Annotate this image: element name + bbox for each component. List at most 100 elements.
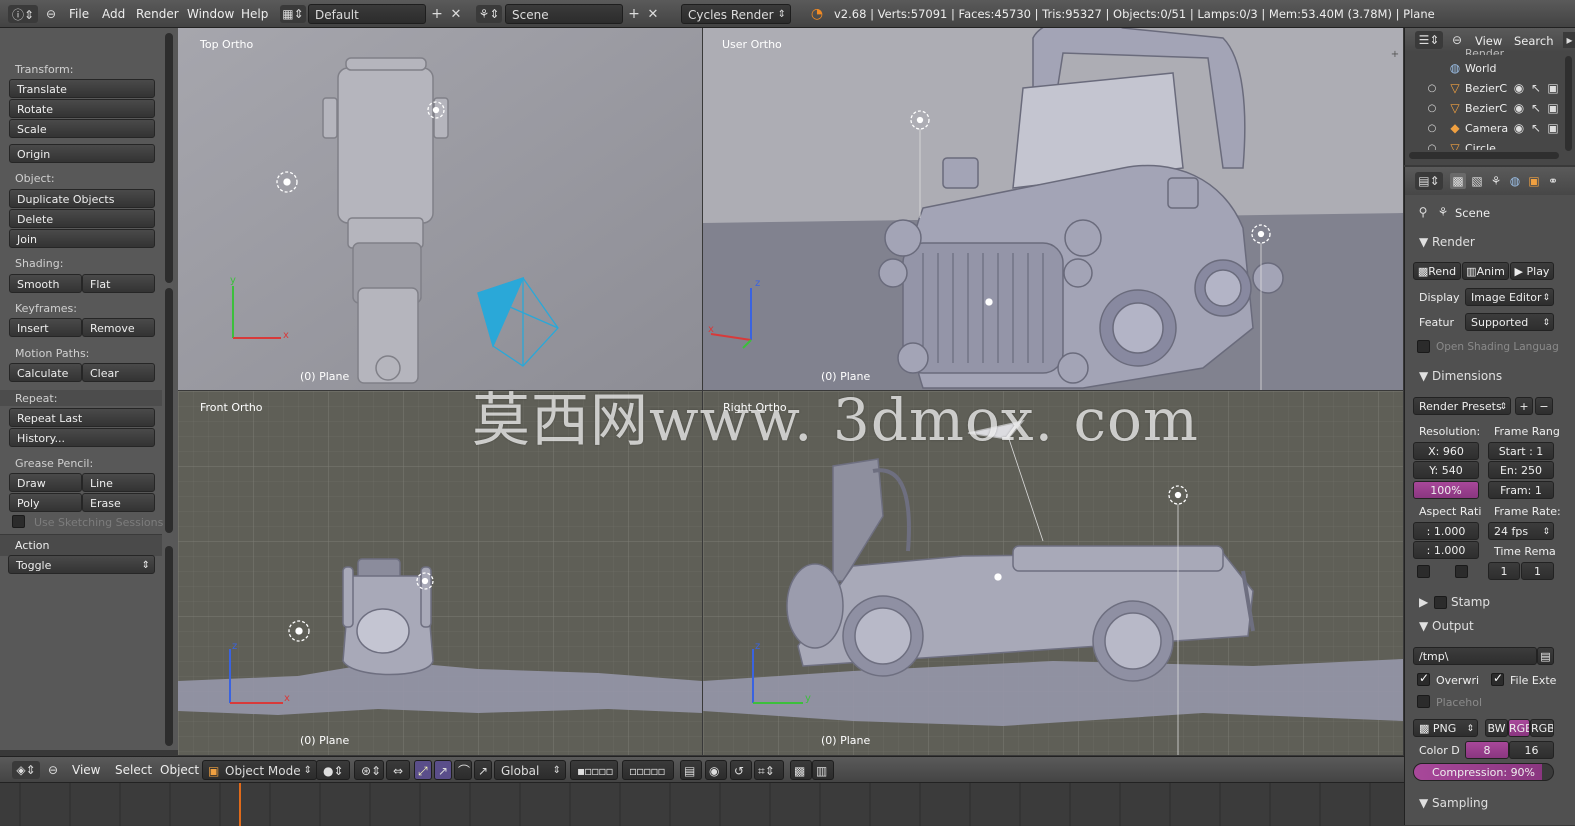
delete-scene-icon[interactable]: ✕ [646, 6, 660, 22]
outliner-row-circle[interactable]: ○ ▽ Circle [1405, 138, 1575, 150]
aspect-x-field[interactable]: : 1.000 [1413, 522, 1479, 540]
info-editor-type-icon[interactable]: ⓘ⇕ [8, 5, 38, 23]
resolution-percentage-field[interactable]: 100% [1413, 481, 1479, 499]
remove-preset-button[interactable]: − [1535, 397, 1553, 415]
render-camera-icon[interactable]: ▣ [1546, 100, 1560, 116]
render-camera-icon[interactable]: ▣ [1546, 120, 1560, 136]
toggle-select[interactable]: Toggle ⇕ [8, 555, 155, 574]
cursor-icon[interactable]: ↖ [1529, 80, 1543, 96]
render-presets-select[interactable]: Render Presets ⇕ [1413, 397, 1511, 415]
opengl-render-button[interactable]: ▩ [790, 760, 812, 780]
layers-grid-a[interactable]: ▪▫▫▫▫ [570, 760, 618, 780]
manipulator-extra-button[interactable]: ↗ [474, 760, 492, 780]
eye-icon[interactable]: ◉ [1512, 120, 1526, 136]
delete-button[interactable]: Delete [9, 209, 155, 228]
flat-button[interactable]: Flat [82, 274, 155, 293]
scale-manipulator-button[interactable]: ⌒ [454, 760, 472, 780]
erase-button[interactable]: Erase [82, 493, 155, 512]
menu-file[interactable]: File [69, 5, 89, 23]
opengl-anim-button[interactable]: ▥ [812, 760, 834, 780]
menu-view[interactable]: View [72, 761, 100, 779]
outliner-display-mode-icon[interactable]: ▸ [1563, 32, 1575, 48]
operator-panel-scrollbar[interactable] [165, 546, 173, 746]
menu-help[interactable]: Help [241, 5, 268, 23]
layer-lock-button[interactable]: ▤ [680, 760, 702, 780]
outliner-row-world[interactable]: ◍ World [1405, 58, 1575, 78]
constraints-tab-icon[interactable]: ⚭ [1545, 173, 1561, 189]
collapse-menu-icon[interactable]: ⊖ [46, 761, 60, 779]
play-button[interactable]: ▶ Play [1510, 262, 1554, 280]
properties-editor-type-icon[interactable]: ▤⇕ [1415, 172, 1443, 190]
snap-element-select[interactable]: ⌗⇕ [754, 760, 784, 780]
outliner-vscrollbar[interactable] [1565, 56, 1572, 151]
insert-keyframe-button[interactable]: Insert [9, 318, 82, 337]
menu-render[interactable]: Render [136, 5, 179, 23]
screen-layout-field[interactable]: Default [308, 4, 426, 24]
sketching-sessions-checkbox[interactable] [12, 515, 25, 528]
join-button[interactable]: Join [9, 229, 155, 248]
pivot-point-select[interactable]: ⊛⇕ [354, 760, 384, 780]
stamp-panel-header[interactable]: ▶ Stamp [1419, 595, 1490, 609]
origin-button[interactable]: Origin [9, 144, 155, 163]
resolution-y-field[interactable]: Y: 540 [1413, 461, 1479, 479]
tool-shelf-scrollbar[interactable] [165, 33, 173, 283]
poly-button[interactable]: Poly [9, 493, 82, 512]
cursor-icon[interactable]: ↖ [1529, 100, 1543, 116]
draw-button[interactable]: Draw [9, 473, 82, 492]
color-depth-16-button[interactable]: 16 [1509, 741, 1554, 759]
frame-rate-select[interactable]: 24 fps ⇕ [1488, 522, 1554, 540]
smooth-button[interactable]: Smooth [9, 274, 82, 293]
viewport-top-ortho[interactable]: y x Top Ortho (0) Plane [178, 28, 702, 390]
menu-add[interactable]: Add [102, 5, 125, 23]
sampling-panel-header[interactable]: ▼ Sampling [1419, 796, 1488, 810]
outliner-editor-type-icon[interactable]: ☰⇕ [1415, 31, 1443, 49]
color-rgb-button[interactable]: RGB [1508, 719, 1530, 737]
clear-button[interactable]: Clear [82, 363, 155, 382]
eye-icon[interactable]: ◉ [1512, 100, 1526, 116]
compression-slider[interactable]: Compression: 90% [1413, 763, 1554, 781]
rotate-manipulator-button[interactable]: ↗ [434, 760, 452, 780]
menu-select[interactable]: Select [115, 761, 152, 779]
outliner-menu-search[interactable]: Search [1514, 34, 1554, 48]
add-scene-icon[interactable]: + [627, 6, 641, 22]
object-tab-icon[interactable]: ▣ [1526, 173, 1542, 189]
line-button[interactable]: Line [82, 473, 155, 492]
outliner-menu-view[interactable]: View [1475, 34, 1502, 48]
expand-icon[interactable]: ○ [1425, 80, 1439, 96]
scene-field[interactable]: Scene [505, 4, 623, 24]
frame-step-field[interactable]: Fram: 1 [1488, 481, 1554, 499]
pin-icon[interactable]: ⚲ [1415, 204, 1431, 220]
expand-icon[interactable]: ○ [1425, 140, 1439, 151]
screen-layout-icon[interactable]: ▦⇕ [280, 5, 306, 23]
collapse-menu-icon[interactable]: ⊖ [44, 5, 58, 23]
layers-grid-b[interactable]: ▫▫▫▫▫ [622, 760, 674, 780]
time-remap-new-field[interactable]: 1 [1521, 562, 1554, 580]
expand-icon[interactable]: ○ [1425, 100, 1439, 116]
open-shading-language-checkbox[interactable] [1417, 340, 1430, 353]
placeholders-checkbox[interactable] [1417, 695, 1430, 708]
render-tab-icon[interactable]: ▩ [1450, 173, 1466, 189]
outliner-row-bezier-1[interactable]: ○ ▽ BezierC ◉ ↖ ▣ [1405, 78, 1575, 98]
delete-screen-icon[interactable]: ✕ [449, 6, 463, 22]
rotate-button[interactable]: Rotate [9, 99, 155, 118]
border-checkbox[interactable] [1417, 565, 1430, 578]
render-panel-header[interactable]: ▼ Render [1419, 235, 1475, 249]
translate-manipulator-button[interactable]: ⤢ [414, 760, 432, 780]
frame-end-field[interactable]: En: 250 [1488, 461, 1554, 479]
viewport-shading-select[interactable]: ●⇕ [316, 760, 350, 780]
tool-shelf-scrollbar-lower[interactable] [165, 288, 173, 533]
render-layers-tab-icon[interactable]: ▧ [1469, 173, 1485, 189]
dimensions-panel-header[interactable]: ▼ Dimensions [1419, 369, 1502, 383]
manipulator-toggle[interactable]: ⇔ [386, 760, 410, 780]
viewport-user-ortho[interactable]: z x User Ortho (0) Plane + [703, 28, 1403, 390]
feature-set-select[interactable]: Supported ⇕ [1465, 313, 1554, 331]
color-bw-button[interactable]: BW [1485, 719, 1508, 737]
transform-orientation-select[interactable]: Global ⇕ [494, 760, 566, 780]
browse-folder-button[interactable]: ▤ [1537, 647, 1554, 665]
stamp-checkbox[interactable] [1434, 596, 1448, 609]
editor-type-icon[interactable]: ◈⇕ [12, 761, 40, 779]
eye-icon[interactable]: ◉ [1512, 80, 1526, 96]
file-extensions-checkbox[interactable] [1491, 671, 1504, 686]
aspect-y-field[interactable]: : 1.000 [1413, 541, 1479, 559]
outliner-row-camera[interactable]: ○ ◆ Camera ◉ ↖ ▣ [1405, 118, 1575, 138]
